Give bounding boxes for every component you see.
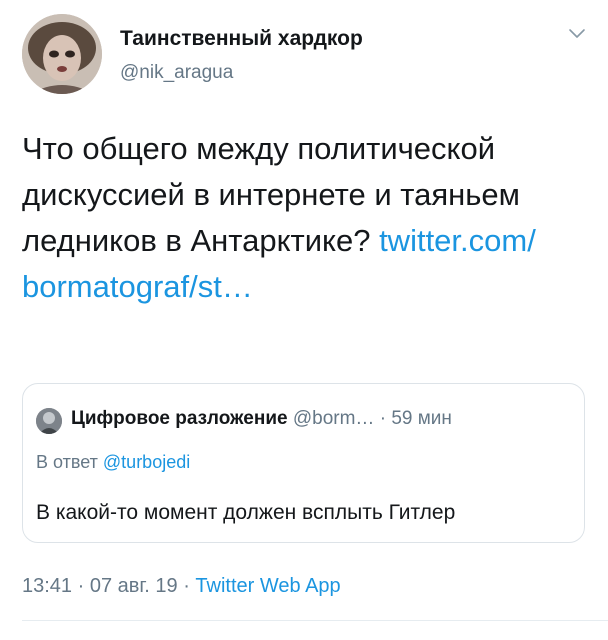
quoted-time-ago[interactable]: 59 мин	[391, 408, 452, 429]
quoted-tweet[interactable]: Цифровое разложение @borm… · 59 мин В от…	[22, 383, 585, 543]
reply-mention[interactable]: @turbojedi	[103, 452, 190, 472]
quoted-separator: ·	[379, 408, 387, 429]
tweet-source[interactable]: Twitter Web App	[195, 575, 340, 597]
tweet-link-line2[interactable]: bormatograf/st…	[22, 269, 253, 304]
quoted-handle[interactable]: @borm…	[293, 408, 375, 429]
chevron-down-icon[interactable]	[566, 26, 588, 42]
author-display-name[interactable]: Таинственный хардкор	[120, 27, 363, 51]
tweet-text: Что общего между политической дискуссией…	[22, 126, 592, 310]
quoted-display-name[interactable]: Цифровое разложение	[71, 408, 288, 429]
tweet-link-line1[interactable]: twitter.com/	[379, 223, 536, 258]
reply-prefix: В ответ	[36, 452, 98, 472]
tweet-footer: 13:41 · 07 авг. 19 · Twitter Web App	[22, 575, 341, 598]
tweet-time[interactable]: 13:41	[22, 575, 72, 597]
quoted-header: Цифровое разложение @borm… · 59 мин	[71, 408, 452, 430]
author-avatar[interactable]	[22, 14, 102, 94]
quoted-reply-context: В ответ @turbojedi	[36, 452, 190, 473]
quoted-author-avatar[interactable]	[36, 408, 62, 434]
divider	[22, 620, 608, 621]
footer-separator-2: ·	[183, 575, 190, 597]
tweet-date[interactable]: 07 авг. 19	[90, 575, 178, 597]
footer-separator: ·	[77, 575, 85, 597]
quoted-text: В какой-то момент должен всплыть Гитлер	[36, 501, 456, 524]
user-avatar-icon	[22, 14, 102, 94]
tweet: Таинственный хардкор @nik_aragua Что общ…	[0, 0, 608, 640]
author-handle[interactable]: @nik_aragua	[120, 62, 233, 84]
quoted-avatar-icon	[36, 408, 62, 434]
